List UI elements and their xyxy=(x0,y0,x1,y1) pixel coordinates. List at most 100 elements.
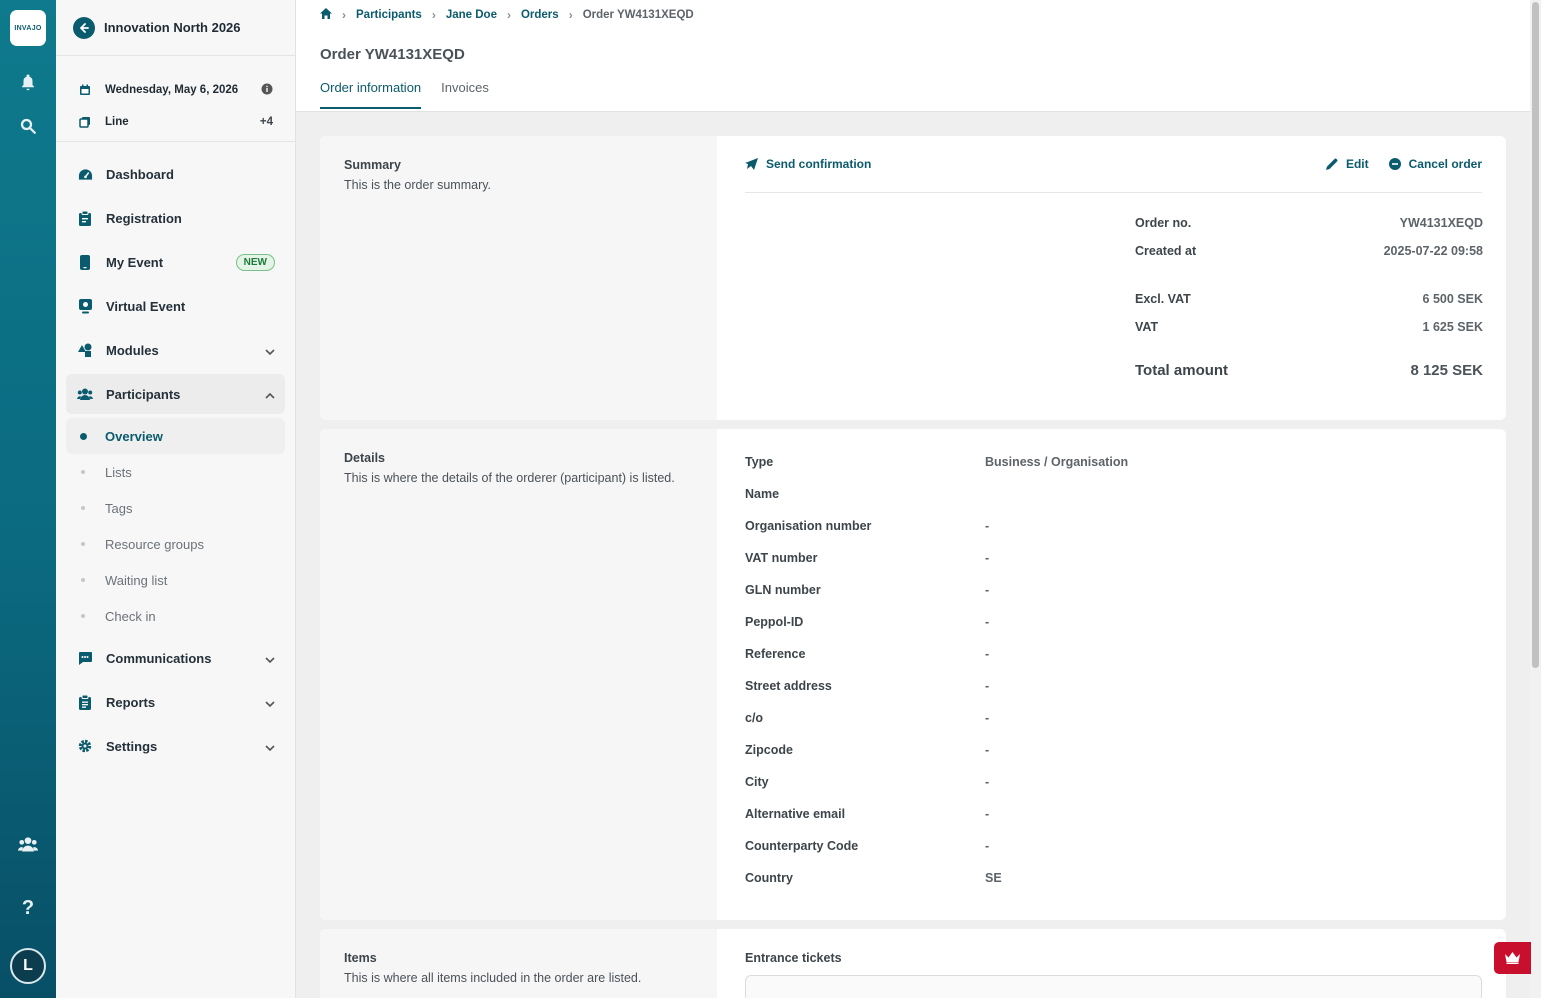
detail-value: - xyxy=(985,519,990,533)
excl-vat-label: Excl. VAT xyxy=(1135,292,1191,306)
item-group-title: Entrance tickets xyxy=(745,951,842,965)
detail-label: City xyxy=(745,775,769,789)
paper-plane-icon xyxy=(745,158,758,170)
arrow-left-icon xyxy=(80,22,89,33)
nav-label: Registration xyxy=(106,210,182,226)
nav-communications[interactable]: Communications xyxy=(66,638,285,678)
nav-my-event[interactable]: My Event NEW xyxy=(66,242,285,282)
app-rail: INVAJO ? L xyxy=(0,0,56,998)
detail-label: Country xyxy=(745,871,793,885)
page-scrollbar[interactable] xyxy=(1530,0,1541,998)
sub-item-resource-groups[interactable]: Resource groups xyxy=(66,526,285,562)
search-icon[interactable] xyxy=(16,114,40,138)
detail-row: Zipcode - xyxy=(745,743,1482,775)
breadcrumb-participants[interactable]: Participants xyxy=(356,9,422,21)
scrollbar-thumb[interactable] xyxy=(1532,2,1539,668)
cancel-order-button[interactable]: Cancel order xyxy=(1388,157,1482,171)
vat-label: VAT xyxy=(1135,320,1159,334)
nav-dashboard[interactable]: Dashboard xyxy=(66,154,285,194)
line-label: Line xyxy=(105,116,129,128)
bullet-icon xyxy=(81,578,85,582)
send-confirmation-button[interactable]: Send confirmation xyxy=(745,157,871,171)
sub-item-check-in[interactable]: Check in xyxy=(66,598,285,634)
sub-item-waiting-list[interactable]: Waiting list xyxy=(66,562,285,598)
breadcrumb-orders[interactable]: Orders xyxy=(521,9,559,21)
nav-participants[interactable]: Participants xyxy=(66,374,285,414)
help-icon[interactable]: ? xyxy=(16,896,40,920)
detail-label: GLN number xyxy=(745,583,821,597)
summary-description: This is the order summary. xyxy=(344,178,492,192)
sub-label: Tags xyxy=(105,500,133,516)
report-icon xyxy=(77,694,93,710)
sub-item-overview[interactable]: Overview xyxy=(66,418,285,454)
detail-value: - xyxy=(985,615,990,629)
nav-registration[interactable]: Registration xyxy=(66,198,285,238)
new-badge: NEW xyxy=(235,253,275,271)
users-icon xyxy=(77,386,93,402)
summary-heading: Summary xyxy=(344,158,401,172)
detail-label: Alternative email xyxy=(745,807,846,821)
detail-label: c/o xyxy=(745,711,764,725)
bullet-icon xyxy=(80,433,87,440)
chevron-right-icon: › xyxy=(506,8,511,22)
detail-label: Reference xyxy=(745,647,806,661)
nav-label: Reports xyxy=(106,694,156,710)
app-logo[interactable]: INVAJO xyxy=(10,10,46,46)
sub-label: Resource groups xyxy=(105,536,204,552)
breadcrumb: › Participants › Jane Doe › Orders › Ord… xyxy=(320,8,694,22)
detail-row: Name xyxy=(745,487,1482,519)
sub-item-lists[interactable]: Lists xyxy=(66,454,285,490)
detail-row: Peppol-ID - xyxy=(745,615,1482,647)
team-icon[interactable] xyxy=(16,832,40,856)
detail-label: Peppol-ID xyxy=(745,615,804,629)
sub-label: Waiting list xyxy=(105,572,168,588)
participants-submenu: Overview Lists Tags Resource groups Wait… xyxy=(66,418,285,634)
bullet-icon xyxy=(81,614,85,618)
edit-button[interactable]: Edit xyxy=(1325,157,1369,171)
nav-modules[interactable]: Modules xyxy=(66,330,285,370)
detail-row: Type Business / Organisation xyxy=(745,455,1482,487)
detail-value: SE xyxy=(985,871,1002,885)
chevron-down-icon xyxy=(265,651,275,666)
home-icon[interactable] xyxy=(320,8,332,22)
pencil-icon xyxy=(1325,158,1338,170)
detail-label: Organisation number xyxy=(745,519,872,533)
nav-virtual-event[interactable]: Virtual Event xyxy=(66,286,285,326)
avatar[interactable]: L xyxy=(10,948,46,984)
minus-circle-icon xyxy=(1388,158,1401,170)
nav-label: Settings xyxy=(106,738,158,754)
bullet-icon xyxy=(81,506,85,510)
detail-value: - xyxy=(985,711,990,725)
vat-value: 1 625 SEK xyxy=(1422,320,1483,334)
excl-vat-value: 6 500 SEK xyxy=(1422,292,1483,306)
detail-value: - xyxy=(985,583,990,597)
tab-invoices[interactable]: Invoices xyxy=(441,80,489,109)
back-button[interactable] xyxy=(73,16,95,39)
chat-icon xyxy=(77,650,93,666)
sub-item-tags[interactable]: Tags xyxy=(66,490,285,526)
gear-icon xyxy=(77,738,93,754)
detail-row: Counterparty Code - xyxy=(745,839,1482,871)
created-value: 2025-07-22 09:58 xyxy=(1383,244,1483,258)
nav-label: Participants xyxy=(106,386,181,402)
bell-icon[interactable] xyxy=(16,70,40,94)
details-description: This is where the details of the orderer… xyxy=(344,471,675,485)
detail-row: Country SE xyxy=(745,871,1482,903)
line-row[interactable]: Line +4 xyxy=(56,106,295,138)
phone-icon xyxy=(77,254,93,270)
sub-label: Lists xyxy=(105,464,132,480)
breadcrumb-person[interactable]: Jane Doe xyxy=(446,9,497,21)
info-icon[interactable] xyxy=(261,83,273,98)
chevron-right-icon: › xyxy=(568,8,573,22)
chevron-down-icon xyxy=(265,343,275,358)
detail-row: Organisation number - xyxy=(745,519,1482,551)
support-button[interactable] xyxy=(1494,942,1531,974)
calendar-icon xyxy=(78,83,92,97)
nav-settings[interactable]: Settings xyxy=(66,726,285,766)
tab-order-information[interactable]: Order information xyxy=(320,80,422,109)
nav-label: Communications xyxy=(106,650,212,666)
bullet-icon xyxy=(81,470,85,474)
chevron-up-icon xyxy=(265,387,275,402)
detail-value: - xyxy=(985,551,990,565)
nav-reports[interactable]: Reports xyxy=(66,682,285,722)
